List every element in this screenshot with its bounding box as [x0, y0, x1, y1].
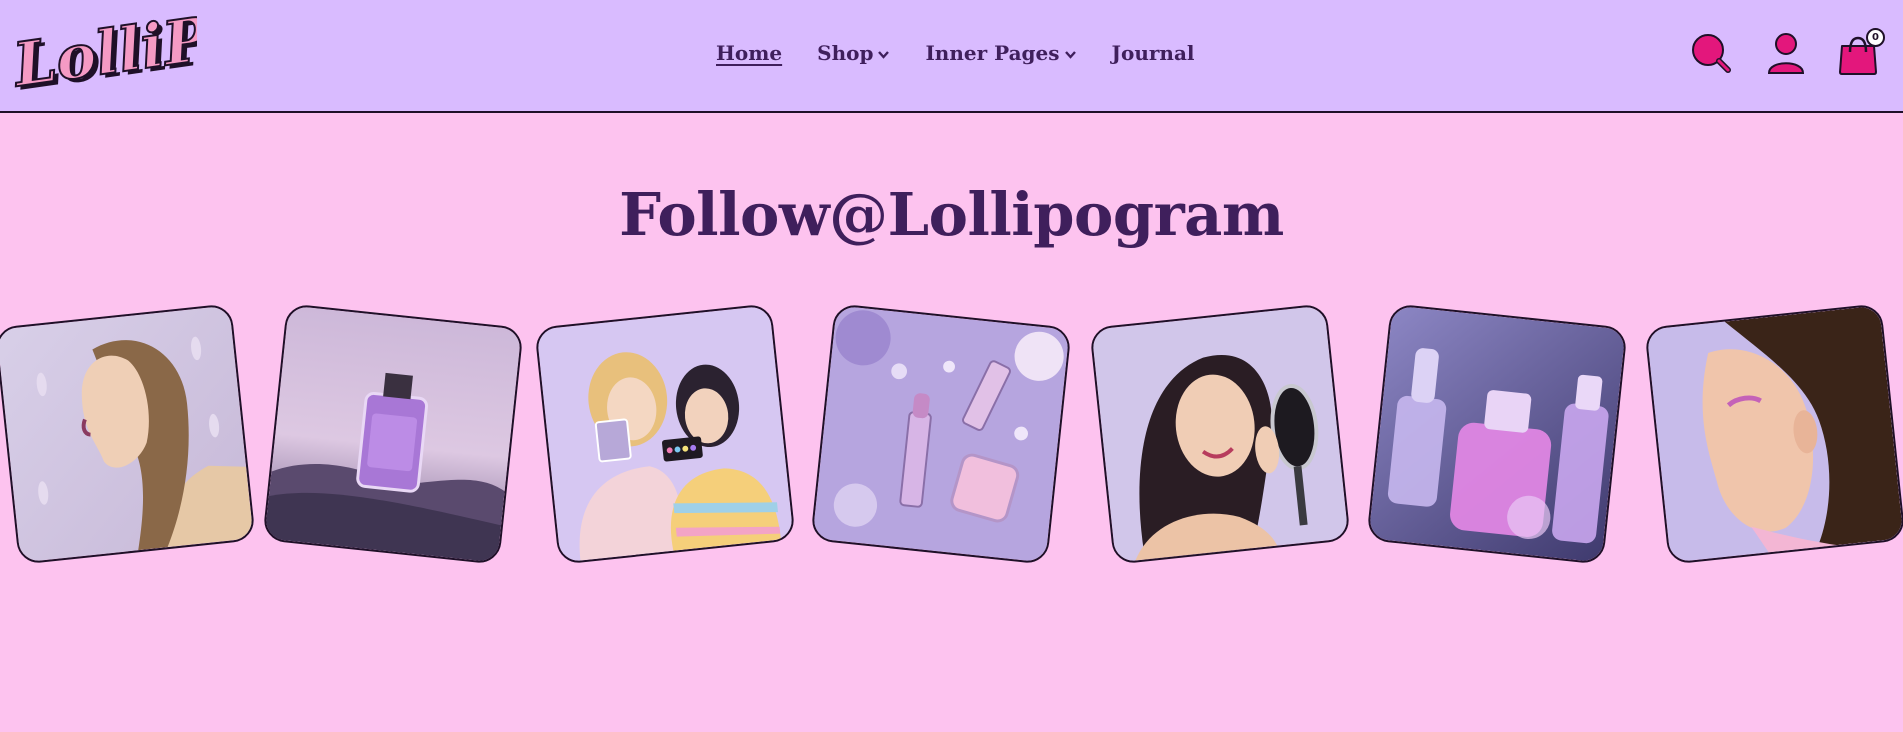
instagram-section-title: Follow@Lollipogram	[619, 180, 1284, 249]
woman-mirror-image	[1091, 305, 1349, 563]
instagram-tile-2[interactable]	[262, 303, 524, 565]
cart-button[interactable]: 0	[1836, 28, 1885, 80]
friends-makeup-image	[536, 305, 794, 563]
nav-item-inner-pages[interactable]: Inner Pages	[925, 41, 1076, 65]
account-button[interactable]	[1766, 32, 1806, 80]
user-icon	[1767, 33, 1805, 74]
instagram-tile-5[interactable]	[1089, 303, 1351, 565]
instagram-tile-3[interactable]	[534, 303, 796, 565]
chevron-down-icon	[1064, 50, 1076, 59]
instagram-tile-4[interactable]	[810, 303, 1072, 565]
search-icon	[1692, 34, 1731, 73]
logo-image: LolliPop LolliPop	[12, 12, 197, 94]
instagram-tile-7[interactable]	[1644, 303, 1903, 565]
chevron-down-icon	[878, 50, 890, 59]
model-profile-image	[0, 305, 254, 563]
nav-label-home: Home	[716, 41, 783, 65]
search-button[interactable]	[1690, 32, 1734, 80]
brand-logo[interactable]: LolliPop LolliPop	[12, 12, 197, 94]
site-header: LolliPop LolliPop Home Shop Inner Pages …	[0, 0, 1903, 113]
nav-label-journal: Journal	[1111, 41, 1195, 65]
perfume-bottle-image	[264, 305, 522, 563]
instagram-tile-1[interactable]	[0, 303, 256, 565]
serum-bottles-image	[1368, 305, 1626, 563]
nav-label-shop: Shop	[817, 41, 874, 65]
nav-item-home[interactable]: Home	[716, 41, 782, 65]
cart-count-badge: 0	[1866, 28, 1885, 47]
woman-profile-image	[1646, 305, 1903, 563]
nav-item-journal[interactable]: Journal	[1112, 41, 1195, 65]
nav-label-inner-pages: Inner Pages	[925, 41, 1060, 65]
nav-item-shop[interactable]: Shop	[817, 41, 890, 65]
main-nav: Home Shop Inner Pages Journal	[716, 41, 1195, 65]
instagram-tile-6[interactable]	[1366, 303, 1628, 565]
lipsticks-flatlay-image	[812, 305, 1070, 563]
